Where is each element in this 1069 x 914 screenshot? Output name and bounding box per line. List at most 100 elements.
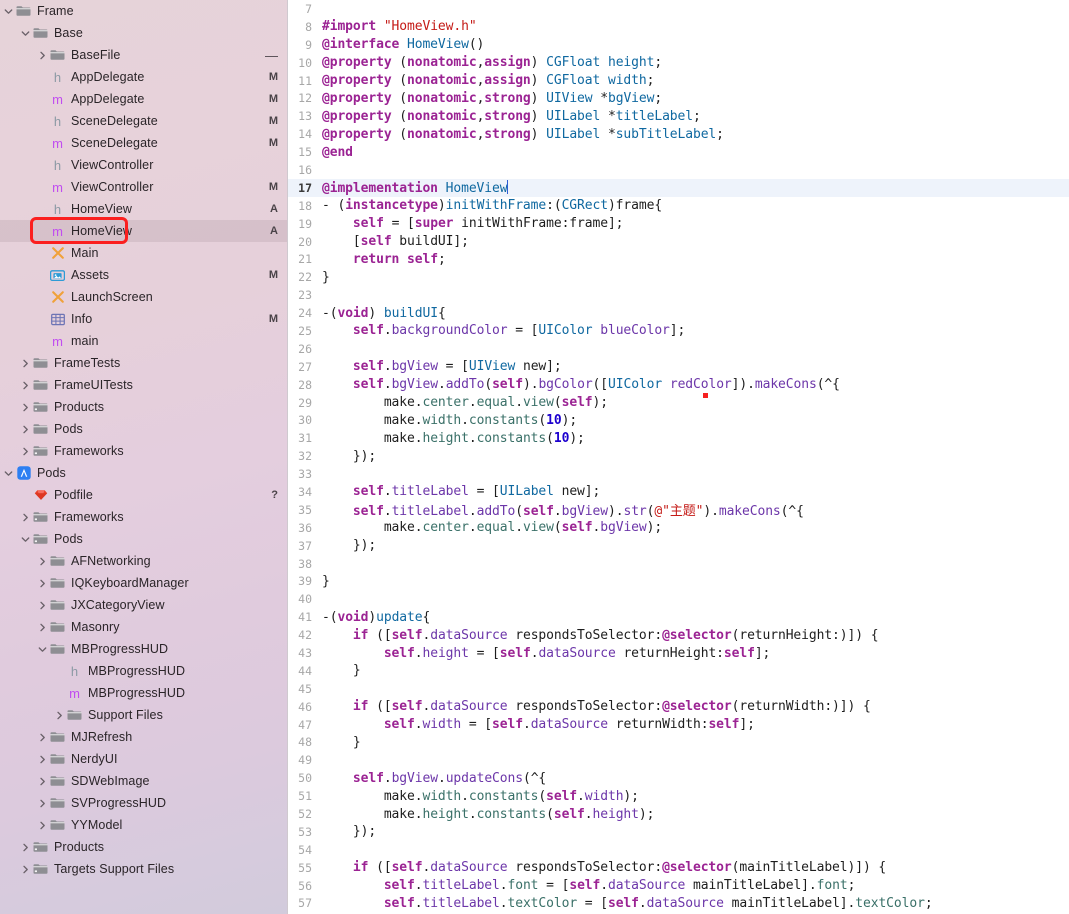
chevron-down-icon[interactable] [19, 29, 32, 38]
chevron-right-icon[interactable] [19, 843, 32, 852]
code-line[interactable]: 50 self.bgView.updateCons(^{ [288, 769, 1069, 787]
navigator-item-products[interactable]: Products [0, 396, 288, 418]
code-line[interactable]: 26 [288, 340, 1069, 358]
navigator-item-scenedelegate[interactable]: m SceneDelegate M [0, 132, 288, 154]
code-line[interactable]: 57 self.titleLabel.textColor = [self.dat… [288, 895, 1069, 913]
code-line[interactable]: 13 @property (nonatomic,strong) UILabel *… [288, 107, 1069, 125]
chevron-right-icon[interactable] [36, 579, 49, 588]
chevron-down-icon[interactable] [36, 645, 49, 654]
code-line[interactable]: 54 [288, 841, 1069, 859]
code-line[interactable]: 51 make.width.constants(self.width); [288, 787, 1069, 805]
navigator-item-viewcontroller[interactable]: m ViewController M [0, 176, 288, 198]
code-line[interactable]: 32 }); [288, 447, 1069, 465]
chevron-right-icon[interactable] [53, 711, 66, 720]
chevron-right-icon[interactable] [36, 601, 49, 610]
code-line[interactable]: 34 self.titleLabel = [UILabel new]; [288, 483, 1069, 501]
code-line[interactable]: 45 [288, 680, 1069, 698]
code-line[interactable]: 43 self.height = [self.dataSource return… [288, 644, 1069, 662]
navigator-item-pods[interactable]: Pods [0, 528, 288, 550]
code-line[interactable]: 16 [288, 161, 1069, 179]
code-line[interactable]: 8 #import "HomeView.h" [288, 18, 1069, 36]
chevron-down-icon[interactable] [2, 7, 15, 16]
navigator-item-svprogresshud[interactable]: SVProgressHUD [0, 792, 288, 814]
chevron-down-icon[interactable] [19, 535, 32, 544]
code-line[interactable]: 35 self.titleLabel.addTo(self.bgView).st… [288, 501, 1069, 520]
navigator-item-yymodel[interactable]: YYModel [0, 814, 288, 836]
chevron-right-icon[interactable] [36, 755, 49, 764]
navigator-item-base[interactable]: Base [0, 22, 288, 44]
navigator-item-assets[interactable]: Assets M [0, 264, 288, 286]
code-line[interactable]: 12 @property (nonatomic,strong) UIView *b… [288, 89, 1069, 107]
code-line[interactable]: 19 self = [super initWithFrame:frame]; [288, 215, 1069, 233]
navigator-item-basefile[interactable]: BaseFile — [0, 44, 288, 66]
source-code-editor[interactable]: 7 8 #import "HomeView.h" 9 @interface HomeVi… [288, 0, 1069, 914]
code-line[interactable]: 10 @property (nonatomic,assign) CGFloat h… [288, 54, 1069, 72]
navigator-item-sdwebimage[interactable]: SDWebImage [0, 770, 288, 792]
chevron-right-icon[interactable] [36, 51, 49, 60]
navigator-item-appdelegate[interactable]: h AppDelegate M [0, 66, 288, 88]
navigator-item-targets-support-files[interactable]: Targets Support Files [0, 858, 288, 880]
chevron-right-icon[interactable] [19, 425, 32, 434]
code-line[interactable]: 22} [288, 268, 1069, 286]
code-line[interactable]: 29 make.center.equal.view(self); [288, 394, 1069, 412]
code-line[interactable]: 47 self.width = [self.dataSource returnW… [288, 716, 1069, 734]
chevron-right-icon[interactable] [36, 557, 49, 566]
chevron-right-icon[interactable] [36, 821, 49, 830]
code-line[interactable]: 30 make.width.constants(10); [288, 411, 1069, 429]
code-line[interactable]: 9 @interface HomeView() [288, 36, 1069, 54]
code-line[interactable]: 28 self.bgView.addTo(self).bgColor([UICo… [288, 376, 1069, 394]
navigator-item-homeview[interactable]: m HomeView A [0, 220, 288, 242]
code-line[interactable]: 24 -(void) buildUI{ [288, 304, 1069, 322]
code-line[interactable]: 17 @implementation HomeView [288, 178, 1069, 197]
chevron-right-icon[interactable] [19, 447, 32, 456]
chevron-right-icon[interactable] [36, 777, 49, 786]
project-navigator[interactable]: Frame Base BaseFile — h AppDelegate Mm AppDeleg… [0, 0, 288, 914]
navigator-item-homeview[interactable]: h HomeView A [0, 198, 288, 220]
navigator-item-nerdyui[interactable]: NerdyUI [0, 748, 288, 770]
navigator-item-appdelegate[interactable]: m AppDelegate M [0, 88, 288, 110]
navigator-item-frame[interactable]: Frame [0, 0, 288, 22]
chevron-right-icon[interactable] [36, 733, 49, 742]
code-line[interactable]: 15 @end [288, 143, 1069, 161]
navigator-item-viewcontroller[interactable]: h ViewController [0, 154, 288, 176]
navigator-item-scenedelegate[interactable]: h SceneDelegate M [0, 110, 288, 132]
navigator-item-frametests[interactable]: FrameTests [0, 352, 288, 374]
code-line[interactable]: 41 -(void)update{ [288, 608, 1069, 626]
navigator-item-mbprogresshud[interactable]: MBProgressHUD [0, 638, 288, 660]
code-line[interactable]: 23 [288, 286, 1069, 304]
code-line[interactable]: 56 self.titleLabel.font = [self.dataSour… [288, 877, 1069, 895]
navigator-item-mbprogresshud[interactable]: m MBProgressHUD [0, 682, 288, 704]
navigator-item-frameworks[interactable]: Frameworks [0, 506, 288, 528]
navigator-item-podfile[interactable]: Podfile? [0, 484, 288, 506]
navigator-item-info[interactable]: Info M [0, 308, 288, 330]
navigator-item-pods[interactable]: Pods [0, 418, 288, 440]
chevron-right-icon[interactable] [19, 513, 32, 522]
code-line[interactable]: 27 self.bgView = [UIView new]; [288, 358, 1069, 376]
code-line[interactable]: 53 }); [288, 823, 1069, 841]
navigator-item-main[interactable]: Main [0, 242, 288, 264]
code-line[interactable]: 25 self.backgroundColor = [UIColor blueC… [288, 322, 1069, 340]
code-line[interactable]: 18 - (instancetype)initWithFrame:(CGRect)… [288, 197, 1069, 215]
code-line[interactable]: 21 return self; [288, 250, 1069, 268]
navigator-item-frameuitests[interactable]: FrameUITests [0, 374, 288, 396]
navigator-item-afnetworking[interactable]: AFNetworking [0, 550, 288, 572]
navigator-item-main[interactable]: m main [0, 330, 288, 352]
navigator-item-mjrefresh[interactable]: MJRefresh [0, 726, 288, 748]
code-line[interactable]: 44 } [288, 662, 1069, 680]
chevron-right-icon[interactable] [19, 381, 32, 390]
chevron-right-icon[interactable] [19, 865, 32, 874]
navigator-item-launchscreen[interactable]: LaunchScreen [0, 286, 288, 308]
code-line[interactable]: 14 @property (nonatomic,strong) UILabel *… [288, 125, 1069, 143]
code-line[interactable]: 52 make.height.constants(self.height); [288, 805, 1069, 823]
code-line[interactable]: 31 make.height.constants(10); [288, 429, 1069, 447]
navigator-item-support-files[interactable]: Support Files [0, 704, 288, 726]
code-line[interactable]: 38 [288, 555, 1069, 573]
code-line[interactable]: 7 [288, 0, 1069, 18]
chevron-right-icon[interactable] [19, 359, 32, 368]
chevron-right-icon[interactable] [36, 799, 49, 808]
code-line[interactable]: 49 [288, 751, 1069, 769]
navigator-item-masonry[interactable]: Masonry [0, 616, 288, 638]
chevron-right-icon[interactable] [19, 403, 32, 412]
code-line[interactable]: 20 [self buildUI]; [288, 233, 1069, 251]
code-line[interactable]: 11 @property (nonatomic,assign) CGFloat w… [288, 72, 1069, 90]
